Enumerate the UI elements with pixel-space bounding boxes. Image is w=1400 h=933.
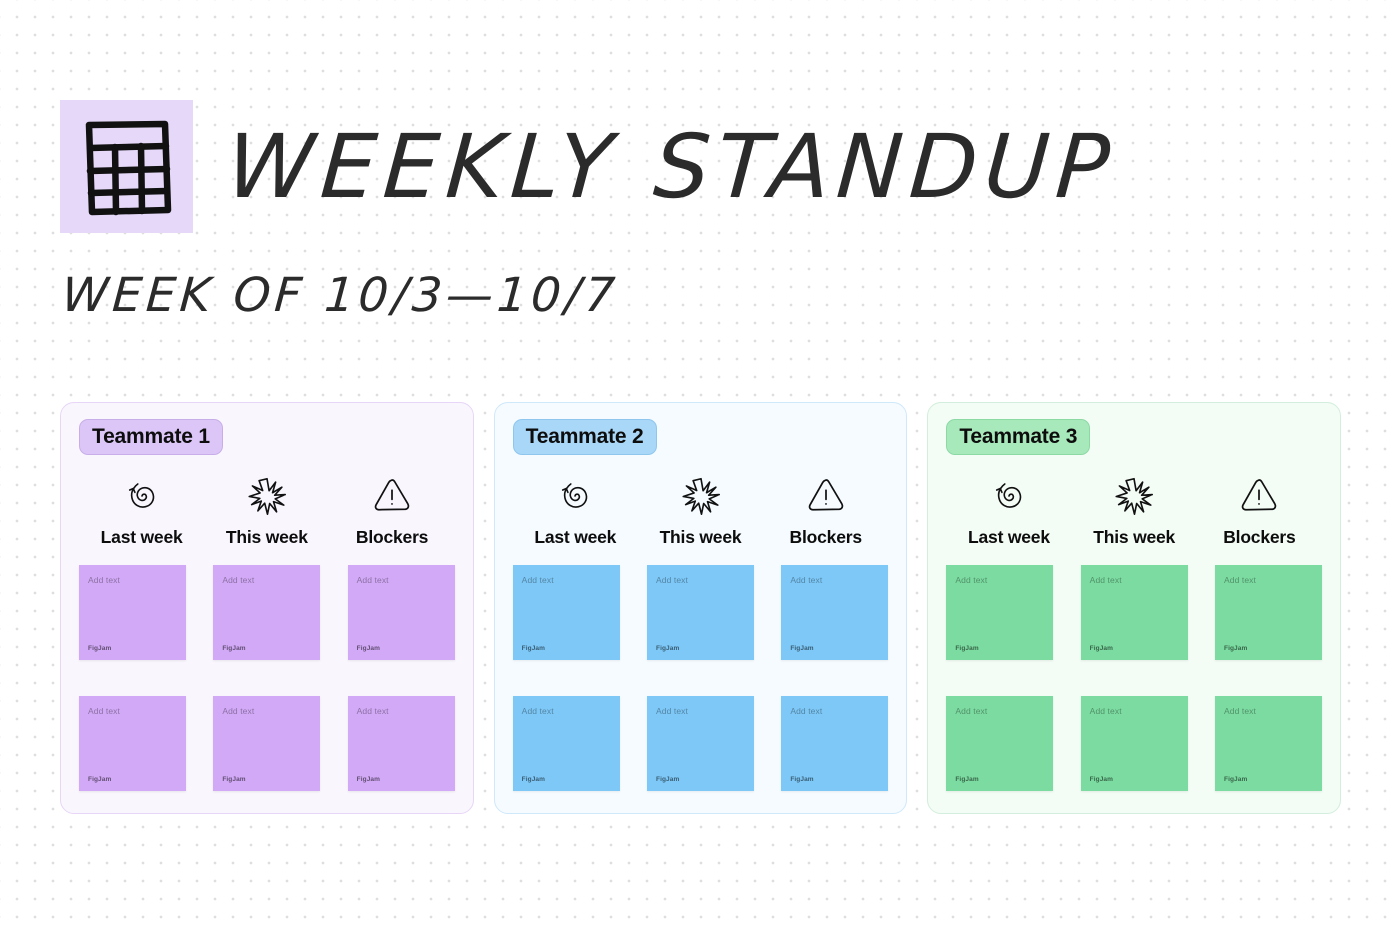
sticky-note-brand: FigJam [790, 776, 814, 784]
category-header-row: Last week This week Blockers [79, 473, 455, 548]
sticky-note-grid: Add text FigJam Add text FigJam Add text Fi… [946, 565, 1322, 792]
category-last-week: Last week [946, 473, 1071, 548]
sticky-note-placeholder: Add text [955, 706, 988, 717]
starburst-icon [681, 478, 720, 516]
sticky-note[interactable]: Add text FigJam [79, 696, 186, 792]
sticky-note-placeholder: Add text [88, 706, 120, 717]
category-label: Blockers [789, 527, 863, 548]
spiral-arrow-icon [128, 483, 154, 508]
sticky-note-placeholder: Add text [656, 706, 688, 717]
sticky-note[interactable]: Add text FigJam [946, 696, 1054, 792]
teammate-badge-1[interactable]: Teammate 1 [79, 419, 223, 456]
sticky-note[interactable]: Add text FigJam [512, 696, 620, 792]
sticky-note[interactable]: Add text FigJam [347, 696, 455, 792]
sticky-note-placeholder: Add text [356, 706, 389, 717]
sticky-note-brand: FigJam [955, 776, 979, 784]
sticky-note-placeholder: Add text [88, 575, 120, 586]
sticky-note-brand: FigJam [521, 776, 546, 784]
sticky-note-placeholder: Add text [521, 575, 554, 586]
category-header-row: Last week This week Blockers [513, 473, 889, 548]
category-last-week: Last week [513, 473, 638, 548]
category-this-week: This week [638, 473, 763, 548]
starburst-icon [1115, 478, 1154, 516]
board-header: WEEKLY STANDUP [60, 100, 1120, 233]
sticky-note[interactable]: Add text FigJam [79, 565, 186, 661]
sticky-note-brand: FigJam [955, 645, 979, 653]
category-label: This week [225, 527, 308, 548]
sticky-note[interactable]: Add text FigJam [647, 565, 754, 661]
category-label: Last week [534, 527, 617, 548]
category-label: Last week [100, 527, 183, 548]
spiral-arrow-icon [562, 483, 588, 508]
sticky-note[interactable]: Add text FigJam [1215, 565, 1322, 661]
sticky-note-brand: FigJam [222, 645, 246, 653]
table-grid-icon [81, 117, 173, 217]
sticky-note[interactable]: Add text FigJam [781, 696, 889, 792]
warning-triangle-icon [808, 479, 843, 511]
category-this-week: This week [1072, 473, 1197, 548]
sticky-note[interactable]: Add text FigJam [1080, 565, 1188, 661]
category-label: This week [659, 527, 742, 548]
sticky-note-brand: FigJam [521, 645, 546, 653]
sticky-note-placeholder: Add text [790, 706, 823, 717]
sticky-note[interactable]: Add text FigJam [347, 565, 455, 661]
sticky-note[interactable]: Add text FigJam [946, 565, 1054, 661]
category-label: Blockers [355, 527, 429, 548]
starburst-icon [248, 478, 286, 516]
sticky-note-placeholder: Add text [521, 706, 554, 717]
teammate-column-1[interactable]: Teammate 1 Last week This week Blockers … [60, 402, 474, 815]
sticky-note-brand: FigJam [1089, 776, 1114, 784]
sticky-note-brand: FigJam [222, 776, 246, 784]
sticky-note-placeholder: Add text [790, 575, 823, 586]
category-blockers: Blockers [329, 473, 454, 548]
sticky-note-brand: FigJam [656, 776, 680, 784]
sticky-note-placeholder: Add text [222, 706, 255, 717]
category-blockers: Blockers [763, 473, 888, 548]
category-blockers: Blockers [1197, 473, 1322, 548]
teammate-column-3[interactable]: Teammate 3 Last week This week Blockers … [927, 402, 1342, 815]
sticky-note-brand: FigJam [1089, 645, 1114, 653]
board-logo-tile [60, 100, 193, 233]
warning-triangle-icon [1242, 479, 1277, 511]
sticky-note-brand: FigJam [1224, 645, 1248, 653]
sticky-note-grid: Add text FigJam Add text FigJam Add text Fi… [512, 565, 889, 792]
sticky-note[interactable]: Add text FigJam [781, 565, 889, 661]
category-label: Blockers [1223, 527, 1296, 548]
sticky-note-placeholder: Add text [1089, 706, 1122, 717]
sticky-note-brand: FigJam [790, 645, 814, 653]
sticky-note[interactable]: Add text FigJam [1215, 696, 1322, 792]
category-label: This week [1093, 527, 1176, 548]
sticky-note-placeholder: Add text [222, 575, 255, 586]
sticky-note-placeholder: Add text [1224, 706, 1256, 717]
category-this-week: This week [204, 473, 329, 548]
sticky-note[interactable]: Add text FigJam [1080, 696, 1188, 792]
category-header-row: Last week This week Blockers [946, 473, 1322, 548]
spiral-arrow-icon [995, 483, 1022, 508]
sticky-note-brand: FigJam [88, 776, 112, 784]
teammate-badge-2[interactable]: Teammate 2 [512, 419, 657, 456]
teammate-badge-3[interactable]: Teammate 3 [946, 419, 1091, 456]
sticky-note-placeholder: Add text [1089, 575, 1122, 586]
category-label: Last week [968, 527, 1050, 548]
sticky-note[interactable]: Add text FigJam [512, 565, 620, 661]
sticky-note-brand: FigJam [356, 776, 381, 784]
sticky-note-brand: FigJam [88, 645, 112, 653]
sticky-note[interactable]: Add text FigJam [647, 696, 754, 792]
standup-columns: Teammate 1 Last week This week Blockers … [60, 402, 1342, 815]
page-title: WEEKLY STANDUP [223, 114, 1120, 218]
category-last-week: Last week [79, 473, 204, 548]
sticky-note-brand: FigJam [656, 645, 680, 653]
sticky-note-placeholder: Add text [955, 575, 988, 586]
sticky-note-brand: FigJam [356, 645, 381, 653]
sticky-note[interactable]: Add text FigJam [213, 696, 321, 792]
sticky-note-brand: FigJam [1224, 776, 1248, 784]
board-subtitle: WEEK OF 10/3—10/7 [60, 268, 621, 323]
sticky-note-placeholder: Add text [656, 575, 688, 586]
teammate-column-2[interactable]: Teammate 2 Last week This week Blockers … [493, 402, 908, 815]
warning-triangle-icon [374, 479, 410, 511]
sticky-note-placeholder: Add text [356, 575, 389, 586]
sticky-note-placeholder: Add text [1224, 575, 1256, 586]
sticky-note[interactable]: Add text FigJam [213, 565, 321, 661]
sticky-note-grid: Add text FigJam Add text FigJam Add text Fi… [79, 565, 455, 792]
